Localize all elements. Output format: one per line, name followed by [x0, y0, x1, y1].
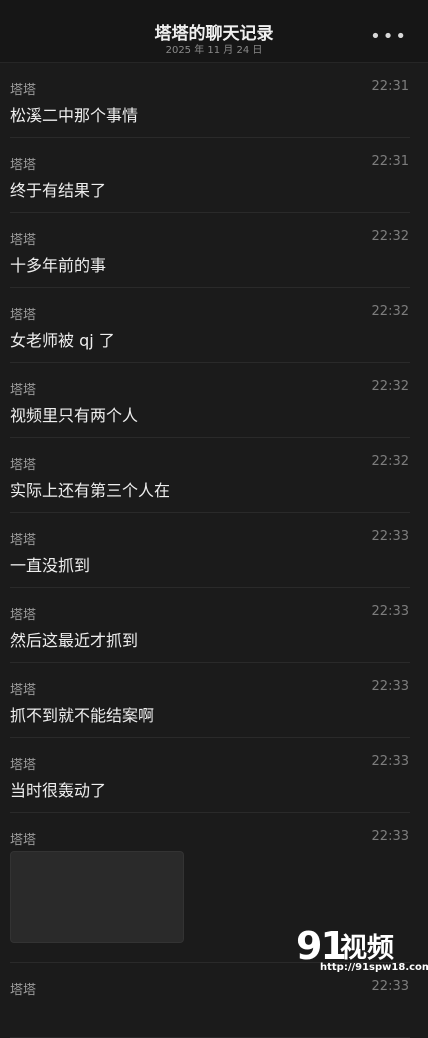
message-time: 22:33: [371, 754, 409, 769]
list-item: 塔塔 22:32 女老师被 qj 了: [0, 288, 428, 363]
message-time: 22:31: [371, 79, 409, 94]
sender-name: 塔塔: [10, 233, 37, 248]
message-list: 塔塔 22:31 松溪二中那个事情 塔塔 22:31 终于有结果了 塔塔 22:…: [0, 63, 428, 1038]
message-text[interactable]: 女老师被 qj 了: [10, 327, 115, 351]
message-text[interactable]: 一直没抓到: [10, 552, 90, 576]
message-text[interactable]: 抓不到就不能结案啊: [10, 702, 154, 726]
watermark-url: http://91spw18.com: [320, 962, 428, 973]
chat-header: 塔塔的聊天记录 2025 年 11 月 24 日 •••: [0, 0, 428, 63]
list-item: 塔塔 22:31 终于有结果了: [0, 138, 428, 213]
message-time: 22:33: [371, 604, 409, 619]
list-item: 塔塔 22:32 视频里只有两个人: [0, 363, 428, 438]
message-text[interactable]: 然后这最近才抓到: [10, 627, 138, 651]
list-item: 塔塔 22:33 然后这最近才抓到: [0, 588, 428, 663]
message-time: 22:32: [371, 304, 409, 319]
message-text[interactable]: 十多年前的事: [10, 252, 106, 276]
image-message-placeholder[interactable]: [10, 851, 184, 943]
message-text[interactable]: 实际上还有第三个人在: [10, 477, 170, 501]
sender-name: 塔塔: [10, 758, 37, 773]
site-watermark: 91 视频 http://91spw18.com: [296, 924, 428, 976]
sender-name: 塔塔: [10, 608, 37, 623]
message-time: 22:33: [371, 529, 409, 544]
message-text[interactable]: 松溪二中那个事情: [10, 102, 138, 126]
sender-name: 塔塔: [10, 533, 37, 548]
message-text[interactable]: 视频里只有两个人: [10, 402, 138, 426]
sender-name: 塔塔: [10, 308, 37, 323]
message-text[interactable]: 当时很轰动了: [10, 777, 106, 801]
list-item: 塔塔 22:31 松溪二中那个事情: [0, 63, 428, 138]
watermark-word: 视频: [340, 933, 394, 964]
list-item: 塔塔 22:33 一直没抓到: [0, 513, 428, 588]
sender-name: 塔塔: [10, 83, 37, 98]
sender-name: 塔塔: [10, 833, 37, 848]
chat-date: 2025 年 11 月 24 日: [165, 45, 263, 56]
message-time: 22:32: [371, 454, 409, 469]
list-item: 塔塔 22:33 抓不到就不能结案啊: [0, 663, 428, 738]
sender-name: 塔塔: [10, 158, 37, 173]
message-time: 22:32: [371, 379, 409, 394]
list-item: 塔塔 22:33 当时很轰动了: [0, 738, 428, 813]
message-time: 22:33: [371, 979, 409, 994]
message-time: 22:31: [371, 154, 409, 169]
message-text[interactable]: 终于有结果了: [10, 177, 106, 201]
list-item: 塔塔 22:32 实际上还有第三个人在: [0, 438, 428, 513]
message-time: 22:33: [371, 829, 409, 844]
more-options-icon[interactable]: •••: [370, 26, 408, 47]
sender-name: 塔塔: [10, 683, 37, 698]
sender-name: 塔塔: [10, 458, 37, 473]
list-item: 塔塔 22:32 十多年前的事: [0, 213, 428, 288]
message-time: 22:33: [371, 679, 409, 694]
sender-name: 塔塔: [10, 983, 37, 998]
sender-name: 塔塔: [10, 383, 37, 398]
message-time: 22:32: [371, 229, 409, 244]
